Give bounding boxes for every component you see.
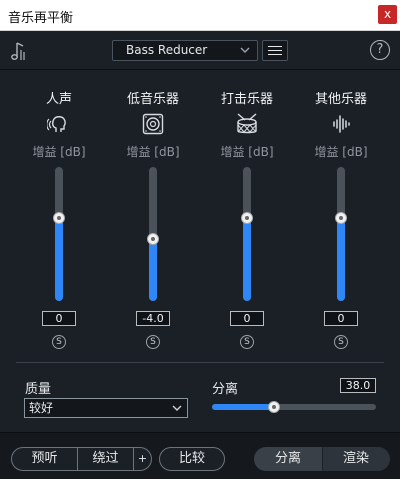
- gain-slider-fill: [149, 239, 157, 301]
- gain-label: 增益 [dB]: [126, 145, 180, 159]
- bottom-bar: 预听 绕过 + 比较 分离 渲染: [0, 432, 400, 479]
- quality-value: 较好: [29, 401, 54, 415]
- gain-slider[interactable]: [241, 167, 253, 301]
- render-button[interactable]: 渲染: [322, 447, 390, 471]
- stem-percussion: 打击乐器 增益 [dB] 0 S: [207, 82, 287, 354]
- chevron-down-icon: [240, 47, 250, 53]
- window-title: 音乐再平衡: [8, 11, 74, 26]
- gain-label: 增益 [dB]: [32, 145, 86, 159]
- gain-value-field[interactable]: -4.0: [136, 311, 170, 326]
- gain-slider-fill: [55, 218, 63, 301]
- chevron-down-icon: [172, 405, 182, 411]
- top-toolbar: Bass Reducer ?: [0, 32, 400, 70]
- speaker-icon: [142, 113, 164, 135]
- stem-other: 其他乐器 增益 [dB] 0 S: [301, 82, 381, 354]
- close-button[interactable]: x: [378, 5, 397, 24]
- stem-name: 低音乐器: [126, 92, 179, 107]
- preview-button[interactable]: 预听: [11, 447, 78, 471]
- gain-value-field[interactable]: 0: [324, 311, 358, 326]
- waveform-icon: [333, 115, 350, 133]
- help-button[interactable]: ?: [370, 40, 390, 60]
- gain-slider[interactable]: [147, 167, 159, 301]
- window-titlebar: 音乐再平衡 x: [0, 0, 400, 31]
- solo-button[interactable]: S: [52, 335, 66, 349]
- section-divider: [16, 362, 384, 363]
- music-note-icon[interactable]: [10, 40, 28, 62]
- preset-menu-button[interactable]: [262, 40, 288, 61]
- gain-slider-thumb[interactable]: [147, 233, 159, 245]
- stem-bass: 低音乐器 增益 [dB] -4.0 S: [113, 82, 193, 354]
- gain-slider-thumb[interactable]: [241, 212, 253, 224]
- separation-slider-fill: [212, 404, 274, 410]
- gain-slider[interactable]: [53, 167, 65, 301]
- gain-value-field[interactable]: 0: [230, 311, 264, 326]
- gain-slider[interactable]: [335, 167, 347, 301]
- stem-name: 打击乐器: [220, 92, 273, 107]
- gain-slider-thumb[interactable]: [335, 212, 347, 224]
- bypass-button[interactable]: 绕过: [78, 447, 134, 471]
- solo-button[interactable]: S: [334, 335, 348, 349]
- stem-voice: 人声 增益 [dB] 0 S: [19, 82, 99, 354]
- preset-dropdown[interactable]: Bass Reducer: [112, 40, 258, 61]
- compare-button[interactable]: 比较: [159, 447, 225, 471]
- stem-name: 人声: [45, 92, 72, 107]
- gain-slider-thumb[interactable]: [53, 212, 65, 224]
- gain-label: 增益 [dB]: [314, 145, 368, 159]
- drum-icon: [237, 113, 257, 134]
- separation-slider-thumb[interactable]: [268, 401, 280, 413]
- separate-button[interactable]: 分离: [254, 447, 322, 471]
- separation-value-field[interactable]: 38.0: [340, 378, 376, 393]
- separation-slider[interactable]: [212, 401, 376, 413]
- voice-head-icon: [47, 116, 66, 132]
- gain-label: 增益 [dB]: [220, 145, 274, 159]
- add-bypass-button[interactable]: +: [134, 447, 152, 471]
- gain-slider-fill: [337, 218, 345, 301]
- quality-label: 质量: [25, 382, 52, 397]
- stem-name: 其他乐器: [314, 92, 367, 107]
- gain-value-field[interactable]: 0: [42, 311, 76, 326]
- solo-button[interactable]: S: [240, 335, 254, 349]
- solo-button[interactable]: S: [146, 335, 160, 349]
- preset-value: Bass Reducer: [126, 43, 208, 57]
- gain-slider-fill: [243, 218, 251, 301]
- separation-label: 分离: [212, 382, 239, 397]
- main-panel: Bass Reducer ? 人声 增益 [dB] 0 S 低音乐器 增益 [d…: [0, 32, 400, 479]
- quality-dropdown[interactable]: 较好: [24, 398, 188, 418]
